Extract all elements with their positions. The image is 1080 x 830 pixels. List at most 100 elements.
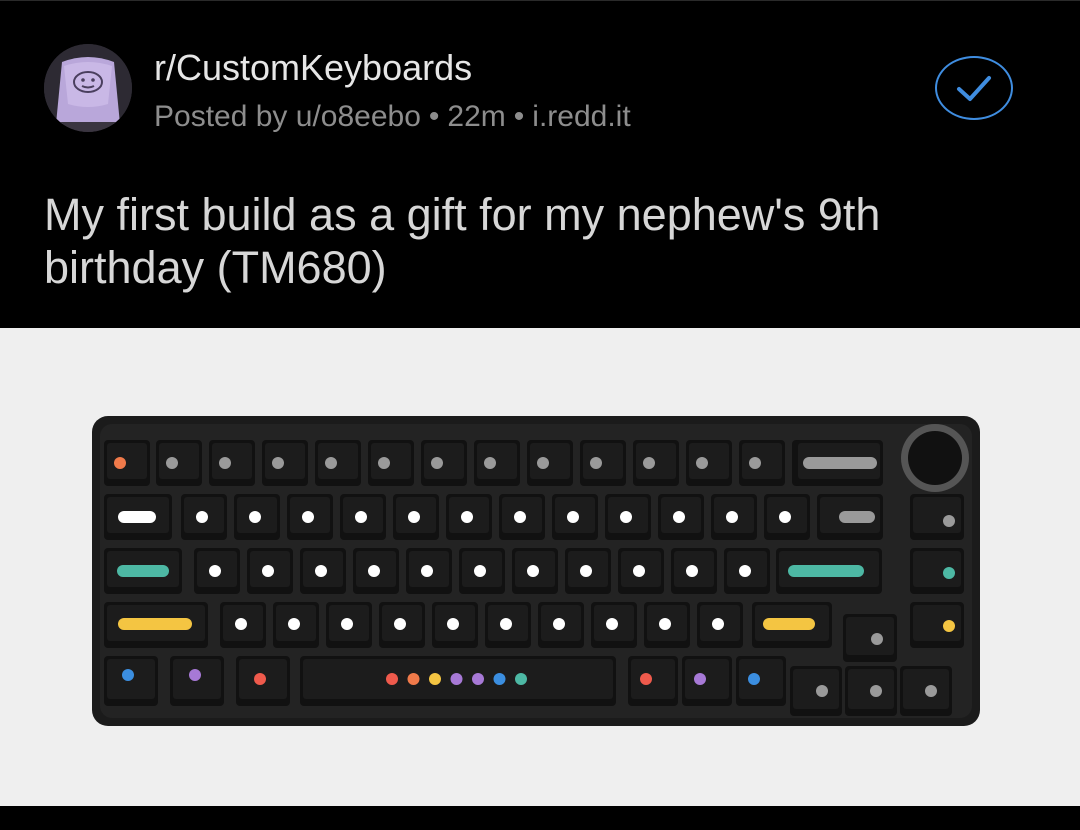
- keycap-legend: [355, 511, 367, 523]
- keycap-legend: [686, 565, 698, 577]
- keycap-top: [318, 443, 358, 479]
- keycap-legend: [341, 618, 353, 630]
- keycap-top: [793, 669, 839, 709]
- keycap-legend: [219, 457, 231, 469]
- checkmark-icon: [957, 76, 991, 101]
- keycap-top: [846, 617, 894, 655]
- post-age: 22m: [447, 100, 506, 133]
- keycap-legend: [943, 620, 955, 632]
- keycap-legend: [474, 565, 486, 577]
- keycap-legend: [378, 457, 390, 469]
- keycap-legend: [272, 457, 284, 469]
- keycap-legend: [943, 567, 955, 579]
- keycap-top: [631, 659, 675, 699]
- keycap-legend: [580, 565, 592, 577]
- keycap-legend: [421, 565, 433, 577]
- post-meta: Posted by u/o8eebo • 22m • i.redd.it: [154, 97, 631, 137]
- keycap-legend: [118, 618, 192, 630]
- keycap-legend: [254, 673, 266, 685]
- keycap-legend: [209, 565, 221, 577]
- keycap-legend: [484, 457, 496, 469]
- keycap-legend: [450, 673, 463, 685]
- post-domain[interactable]: i.redd.it: [532, 100, 630, 133]
- keycap-top: [685, 659, 729, 699]
- keycap-legend: [407, 673, 420, 685]
- keycap-legend: [567, 511, 579, 523]
- keycap-legend: [431, 457, 443, 469]
- top-divider: [0, 0, 1080, 1]
- keycap-top: [583, 443, 623, 479]
- keycap-legend: [816, 685, 828, 697]
- subreddit-name[interactable]: r/CustomKeyboards: [154, 46, 472, 90]
- keycap-legend: [447, 618, 459, 630]
- keycap-legend: [620, 511, 632, 523]
- post-title[interactable]: My first build as a gift for my nephew's…: [44, 188, 1044, 294]
- keycap-top: [739, 659, 783, 699]
- keycap-top: [913, 551, 961, 587]
- keycap-legend: [408, 511, 420, 523]
- select-post-button[interactable]: [935, 56, 1013, 120]
- keycap-top: [477, 443, 517, 479]
- keycap-top: [107, 443, 147, 479]
- keycap-legend: [515, 673, 527, 685]
- keycap-legend: [527, 565, 539, 577]
- keycap-legend: [117, 565, 169, 577]
- keycap-legend: [288, 618, 300, 630]
- keycap-legend: [114, 457, 126, 469]
- keycap-legend: [537, 457, 549, 469]
- keycap-top: [913, 497, 961, 533]
- keycap-legend: [302, 511, 314, 523]
- keycap-legend: [726, 511, 738, 523]
- keycap-legend: [235, 618, 247, 630]
- keycap-legend: [249, 511, 261, 523]
- keycap-legend: [712, 618, 724, 630]
- keycap-legend: [803, 457, 877, 469]
- meta-separator: •: [428, 100, 440, 133]
- keycap-legend: [429, 673, 441, 685]
- keycap-legend: [514, 511, 526, 523]
- keycap-legend: [943, 515, 955, 527]
- volume-knob-inner: [908, 431, 962, 485]
- keycap-top: [212, 443, 252, 479]
- keycap-legend: [262, 565, 274, 577]
- subreddit-avatar[interactable]: [44, 44, 132, 132]
- keycap-avatar-icon: [44, 44, 132, 132]
- keycap-top: [371, 443, 411, 479]
- bottom-bar: [0, 806, 1080, 830]
- keycap-legend: [643, 457, 655, 469]
- post-image[interactable]: [0, 328, 1080, 806]
- post-author[interactable]: Posted by u/o8eebo: [154, 100, 421, 133]
- keycap-legend: [461, 511, 473, 523]
- keycap-legend: [696, 457, 708, 469]
- keycap-legend: [189, 669, 201, 681]
- keycap-top: [689, 443, 729, 479]
- keycap-legend: [788, 565, 864, 577]
- keycap-legend: [748, 673, 760, 685]
- keycap-legend: [553, 618, 565, 630]
- keycap-legend: [925, 685, 937, 697]
- keycap-legend: [122, 669, 134, 681]
- keycap-legend: [694, 673, 706, 685]
- keycap-legend: [633, 565, 645, 577]
- keycap-legend: [870, 685, 882, 697]
- keycap-legend: [325, 457, 337, 469]
- keycap-legend: [763, 618, 815, 630]
- keycap-top: [636, 443, 676, 479]
- keycap-legend: [166, 457, 178, 469]
- meta-separator: •: [513, 100, 525, 133]
- keycap-legend: [590, 457, 602, 469]
- keycap-legend: [659, 618, 671, 630]
- keyboard-photo: [92, 416, 980, 726]
- keycap-legend: [315, 565, 327, 577]
- keycap-legend: [394, 618, 406, 630]
- keycap-legend: [749, 457, 761, 469]
- keycap-top: [265, 443, 305, 479]
- keycap-legend: [739, 565, 751, 577]
- keycap-top: [530, 443, 570, 479]
- keycap-top: [424, 443, 464, 479]
- keycap-legend: [839, 511, 875, 523]
- keycap-legend: [779, 511, 791, 523]
- keycap-legend: [640, 673, 652, 685]
- keycap-top: [159, 443, 199, 479]
- keycap-legend: [196, 511, 208, 523]
